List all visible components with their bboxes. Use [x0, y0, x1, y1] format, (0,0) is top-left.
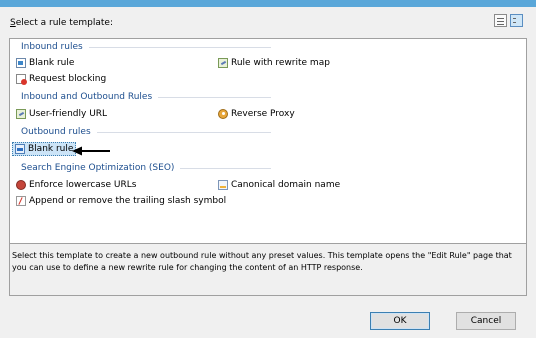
template-trailing-slash[interactable]: Append or remove the trailing slash symb… [14, 194, 228, 208]
template-label: Blank rule [28, 144, 74, 154]
group-label: Outbound rules [21, 127, 91, 137]
group-label: Inbound and Outbound Rules [21, 92, 153, 102]
window-title-bar [0, 0, 536, 7]
blank-rule-icon [16, 58, 26, 68]
template-canonical-domain[interactable]: Canonical domain name [216, 178, 342, 192]
template-label: Reverse Proxy [231, 109, 295, 119]
template-blank-rule-outbound[interactable]: Blank rule [12, 142, 77, 156]
template-user-friendly-url[interactable]: User-friendly URL [14, 107, 109, 121]
template-prompt-label: Select a rule template: [10, 18, 113, 28]
reverse-proxy-icon [218, 109, 228, 119]
lowercase-icon [16, 180, 26, 190]
group-label: Inbound rules [21, 42, 83, 52]
group-inbound-outbound-rules: Inbound and Outbound Rules [21, 92, 271, 102]
cancel-button[interactable]: Cancel [456, 312, 516, 330]
request-blocking-icon [16, 74, 27, 85]
template-label: User-friendly URL [29, 109, 108, 119]
template-blank-rule-inbound[interactable]: Blank rule [14, 56, 76, 70]
template-label: Request blocking [29, 74, 107, 84]
prompt-text: elect a rule template: [15, 18, 113, 28]
template-label: Blank rule [29, 58, 75, 68]
template-rule-with-rewrite-map[interactable]: Rule with rewrite map [216, 56, 332, 70]
tile-view-button[interactable] [510, 14, 523, 27]
template-reverse-proxy[interactable]: Reverse Proxy [216, 107, 297, 121]
rewrite-map-icon [218, 58, 228, 68]
template-enforce-lowercase[interactable]: Enforce lowercase URLs [14, 178, 138, 192]
template-label: Rule with rewrite map [231, 58, 330, 68]
pointer-arrow-annotation [72, 146, 110, 156]
template-label: Enforce lowercase URLs [29, 180, 137, 190]
rule-template-list[interactable]: Inbound rules Blank rule Rule with rewri… [9, 38, 527, 244]
group-label: Search Engine Optimization (SEO) [21, 163, 175, 173]
group-inbound-rules: Inbound rules [21, 42, 271, 52]
trailing-slash-icon [16, 196, 26, 206]
group-seo: Search Engine Optimization (SEO) [21, 163, 271, 173]
template-request-blocking[interactable]: Request blocking [14, 72, 108, 86]
template-description: Select this template to create a new out… [9, 244, 527, 296]
template-label: Canonical domain name [231, 180, 341, 190]
list-view-button[interactable] [494, 14, 507, 27]
group-outbound-rules: Outbound rules [21, 127, 271, 137]
user-friendly-url-icon [16, 109, 26, 119]
template-label: Append or remove the trailing slash symb… [29, 196, 227, 206]
canonical-domain-icon [218, 180, 228, 190]
outbound-blank-rule-icon [15, 144, 25, 154]
ok-button[interactable]: OK [370, 312, 430, 330]
